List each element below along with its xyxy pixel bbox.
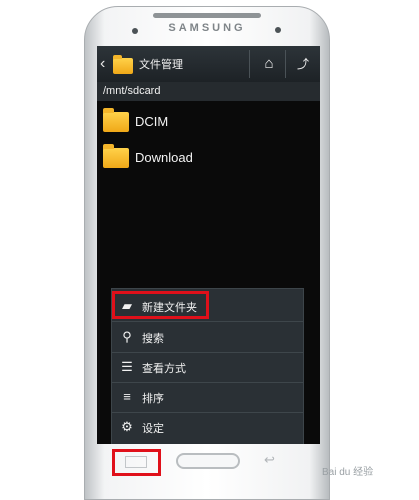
folder-name: Download [135, 150, 193, 165]
menu-item-sort[interactable]: ≡ 排序 [112, 382, 303, 413]
menu-item-view-mode[interactable]: ☰ 查看方式 [112, 352, 303, 383]
path-bar: /mnt/sdcard [97, 82, 320, 101]
divider [285, 50, 286, 78]
list-item-folder[interactable]: DCIM [97, 104, 320, 140]
proximity-sensor [275, 27, 281, 33]
folder-icon [103, 144, 129, 168]
menu-item-search[interactable]: ⚲ 搜索 [112, 322, 303, 353]
earpiece-speaker [153, 13, 261, 18]
app-title: 文件管理 [139, 59, 183, 71]
menu-key-icon[interactable] [125, 456, 147, 468]
folder-icon [103, 108, 129, 132]
folder-name: DCIM [135, 114, 169, 129]
new-folder-icon: ▰ [122, 298, 132, 313]
app-bar: ‹ 文件管理 ⌂ ⤴ [97, 46, 320, 83]
options-menu: ▰ 新建文件夹 ⚲ 搜索 ☰ 查看方式 ≡ 排序 ⚙ 设定 [111, 288, 304, 444]
home-key[interactable] [176, 453, 240, 469]
watermark: Bai du 经验 [322, 467, 374, 478]
folder-icon [113, 55, 133, 74]
menu-item-new-folder[interactable]: ▰ 新建文件夹 [112, 291, 303, 322]
divider [249, 50, 250, 78]
front-camera [132, 28, 138, 34]
view-mode-icon: ☰ [121, 359, 133, 374]
search-icon: ⚲ [122, 329, 132, 344]
menu-item-label: 查看方式 [142, 363, 186, 375]
phone-screen: ‹ 文件管理 ⌂ ⤴ /mnt/sdcard DCIM Download ▰ 新… [97, 46, 320, 444]
menu-item-settings[interactable]: ⚙ 设定 [112, 412, 303, 442]
list-item-folder[interactable]: Download [97, 140, 320, 176]
settings-icon: ⚙ [121, 419, 133, 434]
brand-logo: SAMSUNG [168, 22, 246, 34]
sort-icon: ≡ [123, 389, 131, 404]
menu-item-label: 新建文件夹 [142, 302, 197, 314]
back-key-icon[interactable]: ↩ [264, 452, 284, 468]
menu-item-label: 搜索 [142, 333, 164, 345]
menu-item-label: 排序 [142, 393, 164, 405]
home-icon[interactable]: ⌂ [257, 54, 281, 74]
menu-item-label: 设定 [142, 423, 164, 435]
folder-up-icon[interactable]: ⤴ [291, 54, 315, 74]
back-chevron-icon[interactable]: ‹ [100, 55, 112, 73]
